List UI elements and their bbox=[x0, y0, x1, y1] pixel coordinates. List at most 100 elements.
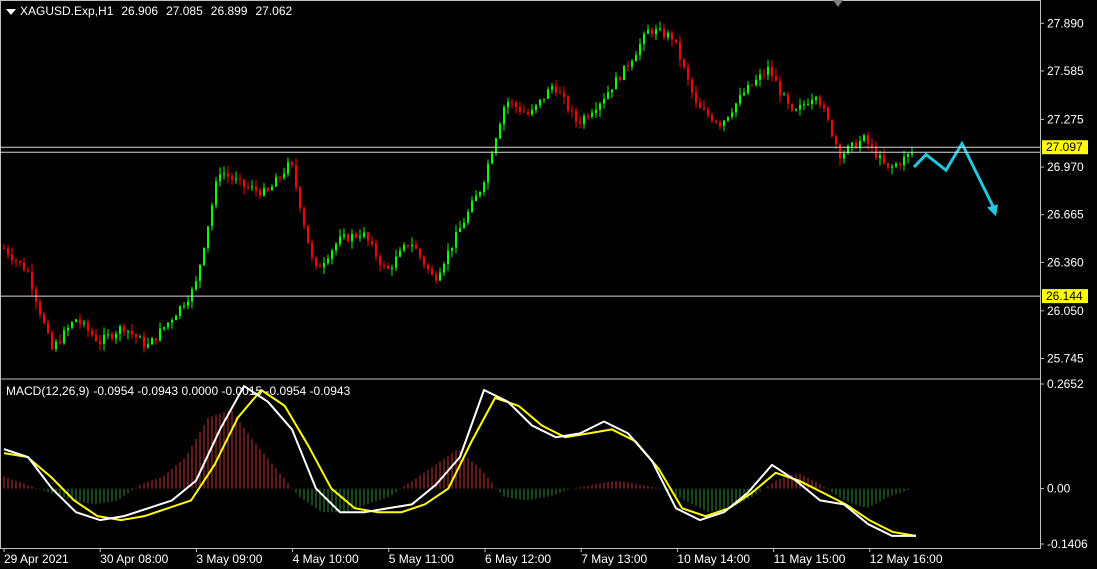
time-tick-label: 5 May 11:00 bbox=[389, 552, 454, 566]
candle-body bbox=[651, 29, 653, 34]
candle-body bbox=[575, 110, 577, 122]
candle-body bbox=[495, 138, 497, 154]
candle-body bbox=[359, 236, 361, 238]
candle-body bbox=[503, 107, 505, 125]
candle-body bbox=[779, 81, 781, 95]
candle-body bbox=[175, 315, 177, 321]
candle-body bbox=[23, 262, 25, 271]
candle-body bbox=[911, 152, 913, 155]
candle-body bbox=[699, 102, 701, 108]
horizontal-levels[interactable]: 27.097 26.144 bbox=[0, 140, 1088, 304]
forecast-arrow[interactable] bbox=[912, 140, 998, 214]
candle-body bbox=[247, 186, 249, 188]
candle-body bbox=[727, 116, 729, 121]
candle-body bbox=[31, 271, 33, 290]
candle-body bbox=[611, 89, 613, 93]
candle-body bbox=[411, 244, 413, 246]
candle-body bbox=[47, 322, 49, 333]
candle-body bbox=[531, 109, 533, 115]
candle-body bbox=[199, 264, 201, 282]
candle-body bbox=[107, 334, 109, 336]
candle-body bbox=[319, 266, 321, 268]
candle-body bbox=[567, 96, 569, 111]
candle-body bbox=[471, 201, 473, 212]
candle-body bbox=[475, 195, 477, 202]
candle-body bbox=[335, 243, 337, 251]
candle-body bbox=[239, 178, 241, 180]
candle-body bbox=[663, 28, 665, 38]
candle-body bbox=[143, 336, 145, 348]
candle-body bbox=[719, 122, 721, 126]
candle-body bbox=[747, 85, 749, 94]
candle-body bbox=[387, 265, 389, 269]
candle-body bbox=[635, 54, 637, 62]
candle-body bbox=[443, 264, 445, 273]
candle-body bbox=[95, 335, 97, 342]
candle-body bbox=[591, 112, 593, 117]
candle-body bbox=[683, 59, 685, 68]
candle-body bbox=[75, 319, 77, 323]
candle-body bbox=[735, 103, 737, 113]
candle-body bbox=[791, 103, 793, 111]
candle-body bbox=[127, 330, 129, 332]
candle-body bbox=[115, 333, 117, 339]
candle-body bbox=[483, 182, 485, 192]
candle-body bbox=[211, 205, 213, 227]
candle-body bbox=[559, 92, 561, 94]
candle-body bbox=[743, 93, 745, 96]
macd-tick-label: 0.2652 bbox=[1047, 377, 1084, 391]
candle-body bbox=[883, 155, 885, 164]
candle-body bbox=[479, 191, 481, 196]
candle-body bbox=[11, 254, 13, 261]
candle-body bbox=[631, 61, 633, 67]
candle-body bbox=[863, 135, 865, 141]
candle-body bbox=[447, 250, 449, 265]
candle-body bbox=[759, 74, 761, 80]
candle-body bbox=[315, 257, 317, 267]
symbol-label: XAGUSD.Exp,H1 bbox=[20, 4, 114, 18]
time-tick-label: 29 Apr 2021 bbox=[4, 552, 69, 566]
candle-body bbox=[155, 338, 157, 341]
candle-body bbox=[823, 104, 825, 109]
scroll-marker-icon[interactable] bbox=[833, 0, 843, 7]
candle-body bbox=[19, 260, 21, 263]
candle-body bbox=[167, 322, 169, 328]
chart-frame bbox=[0, 0, 1041, 549]
candle-body bbox=[195, 281, 197, 290]
candle-body bbox=[647, 29, 649, 34]
candle-body bbox=[891, 166, 893, 168]
candle-body bbox=[419, 248, 421, 257]
candle-body bbox=[543, 98, 545, 100]
candle-body bbox=[227, 173, 229, 177]
candle-body bbox=[111, 334, 113, 339]
candle-body bbox=[391, 267, 393, 269]
candle-body bbox=[783, 94, 785, 96]
candle-body bbox=[819, 97, 821, 105]
time-tick-label: 3 May 09:00 bbox=[196, 552, 262, 566]
macd-name: MACD(12,26,9) bbox=[6, 384, 90, 398]
candle-body bbox=[307, 225, 309, 243]
candle-body bbox=[707, 109, 709, 116]
candle-body bbox=[235, 178, 237, 180]
candle-body bbox=[607, 92, 609, 99]
candle-body bbox=[907, 154, 909, 157]
candle-body bbox=[291, 162, 293, 166]
candle-body bbox=[431, 268, 433, 275]
time-tick-label: 7 May 13:00 bbox=[581, 552, 647, 566]
candle-body bbox=[3, 248, 5, 250]
candle-body bbox=[499, 124, 501, 139]
candle-body bbox=[583, 116, 585, 124]
chart-header[interactable]: XAGUSD.Exp,H1 26.906 27.085 26.899 27.062 bbox=[6, 4, 292, 18]
candle-body bbox=[571, 110, 573, 112]
candle-body bbox=[703, 107, 705, 110]
candle-body bbox=[711, 115, 713, 121]
candle-body bbox=[527, 112, 529, 115]
candle-body bbox=[599, 103, 601, 110]
candle-body bbox=[639, 43, 641, 55]
candle-body bbox=[331, 250, 333, 259]
candle-body bbox=[731, 112, 733, 117]
time-tick-label: 11 May 15:00 bbox=[774, 552, 846, 566]
candle-body bbox=[491, 153, 493, 164]
candle-body bbox=[323, 262, 325, 268]
chevron-down-icon[interactable] bbox=[6, 8, 16, 15]
